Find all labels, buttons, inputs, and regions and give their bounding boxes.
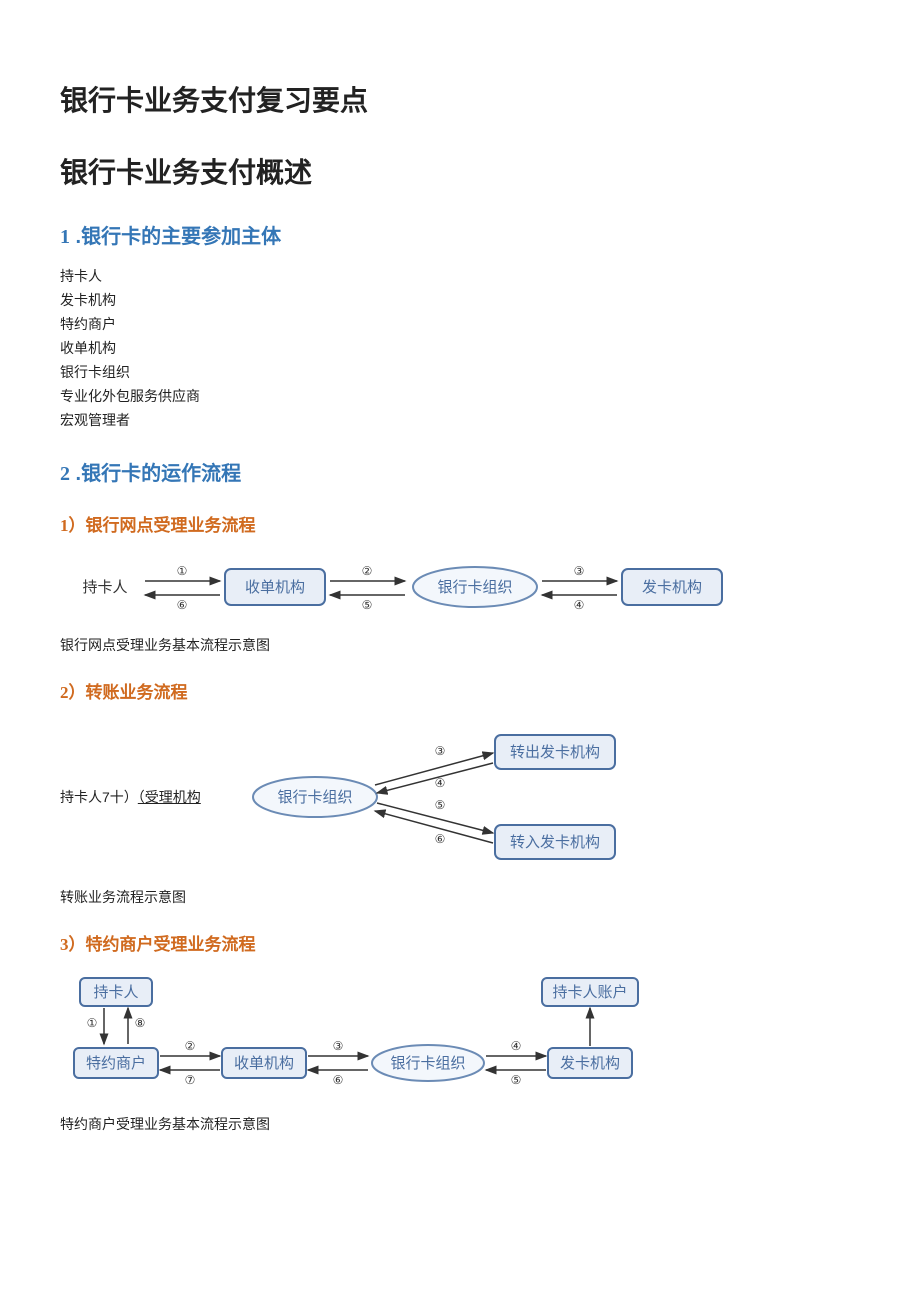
- svg-text:④: ④: [511, 1039, 522, 1053]
- list-item: 专业化外包服务供应商: [60, 386, 860, 407]
- d1-node-issuer: 发卡机构: [642, 578, 702, 595]
- list-item: 发卡机构: [60, 290, 860, 311]
- svg-text:③: ③: [435, 744, 446, 758]
- d3-node-acquirer: 收单机构: [234, 1054, 294, 1071]
- d3-node-account: 持卡人账户: [552, 983, 627, 1000]
- svg-text:②: ②: [362, 564, 373, 578]
- svg-text:④: ④: [574, 598, 585, 612]
- d3-node-org: 银行卡组织: [390, 1054, 465, 1071]
- svg-text:⑥: ⑥: [333, 1073, 344, 1087]
- list-item: 宏观管理者: [60, 410, 860, 431]
- d3-node-merchant: 特约商户: [86, 1054, 146, 1071]
- section-1-num: 1: [60, 226, 70, 248]
- diagram-2: 银行卡组织 转出发卡机构 转入发卡机构 ③ ④ ⑤ ⑥: [215, 727, 645, 867]
- svg-text:⑥: ⑥: [435, 832, 446, 846]
- subsection-3-heading: 3）特约商户受理业务流程: [60, 932, 860, 958]
- svg-text:⑥: ⑥: [177, 598, 188, 612]
- svg-text:①: ①: [87, 1016, 98, 1030]
- subsection-2-label: 转账业务流程: [86, 683, 188, 702]
- d2-prefix: 持卡人7十）（受理机构: [60, 787, 201, 808]
- section-1-label: .银行卡的主要参加主体: [70, 226, 281, 248]
- svg-text:③: ③: [333, 1039, 344, 1053]
- list-item: 特约商户: [60, 314, 860, 335]
- subsection-3-num: 3）: [60, 935, 86, 954]
- list-item: 收单机构: [60, 338, 860, 359]
- svg-text:⑤: ⑤: [511, 1073, 522, 1087]
- subsection-3-label: 特约商户受理业务流程: [86, 935, 256, 954]
- svg-text:⑤: ⑤: [362, 598, 373, 612]
- subsection-2-num: 2）: [60, 683, 86, 702]
- subsection-2-heading: 2）转账业务流程: [60, 680, 860, 706]
- svg-text:⑤: ⑤: [435, 798, 446, 812]
- section-1-heading: 1 .银行卡的主要参加主体: [60, 222, 860, 252]
- diagram-3: 持卡人 ① ⑧ 特约商户 ② ⑦ 收单机构 ③ ⑥ 银行卡组织 ④ ⑤ 发卡机构…: [60, 972, 800, 1102]
- subsection-1-heading: 1）银行网点受理业务流程: [60, 513, 860, 539]
- subsection-1-num: 1）: [60, 516, 86, 535]
- diagram-3-caption: 特约商户受理业务基本流程示意图: [60, 1114, 860, 1135]
- diagram-1: 持卡人 ① ⑥ 收单机构 ② ⑤ 银行卡组织 ③ ④ 发卡机构: [60, 553, 800, 623]
- subsection-1-label: 银行网点受理业务流程: [86, 516, 256, 535]
- diagram-1-caption: 银行网点受理业务基本流程示意图: [60, 635, 860, 656]
- svg-text:④: ④: [435, 776, 446, 790]
- doc-title-1: 银行卡业务支付复习要点: [60, 80, 860, 122]
- d1-node-acquirer: 收单机构: [245, 578, 305, 595]
- svg-text:⑧: ⑧: [135, 1016, 146, 1030]
- participants-list: 持卡人 发卡机构 特约商户 收单机构 银行卡组织 专业化外包服务供应商 宏观管理…: [60, 266, 860, 431]
- list-item: 持卡人: [60, 266, 860, 287]
- section-2-label: .银行卡的运作流程: [70, 463, 241, 485]
- svg-text:②: ②: [185, 1039, 196, 1053]
- d2-node-out: 转出发卡机构: [510, 744, 600, 761]
- d3-node-cardholder: 持卡人: [93, 983, 138, 1000]
- d2-node-in: 转入发卡机构: [510, 834, 600, 851]
- d1-node-org: 银行卡组织: [437, 578, 512, 595]
- diagram-2-caption: 转账业务流程示意图: [60, 887, 860, 908]
- doc-title-2: 银行卡业务支付概述: [60, 152, 860, 194]
- diagram-2-wrapper: 持卡人7十）（受理机构 银行卡组织 转出发卡机构 转入发卡机构 ③ ④ ⑤ ⑥: [60, 719, 860, 875]
- list-item: 银行卡组织: [60, 362, 860, 383]
- svg-text:①: ①: [177, 564, 188, 578]
- d2-node-org: 银行卡组织: [277, 789, 352, 806]
- svg-text:⑦: ⑦: [185, 1073, 196, 1087]
- section-2-num: 2: [60, 463, 70, 485]
- svg-text:③: ③: [574, 564, 585, 578]
- d3-node-issuer: 发卡机构: [560, 1054, 620, 1071]
- d1-node-cardholder: 持卡人: [82, 578, 127, 595]
- section-2-heading: 2 .银行卡的运作流程: [60, 459, 860, 489]
